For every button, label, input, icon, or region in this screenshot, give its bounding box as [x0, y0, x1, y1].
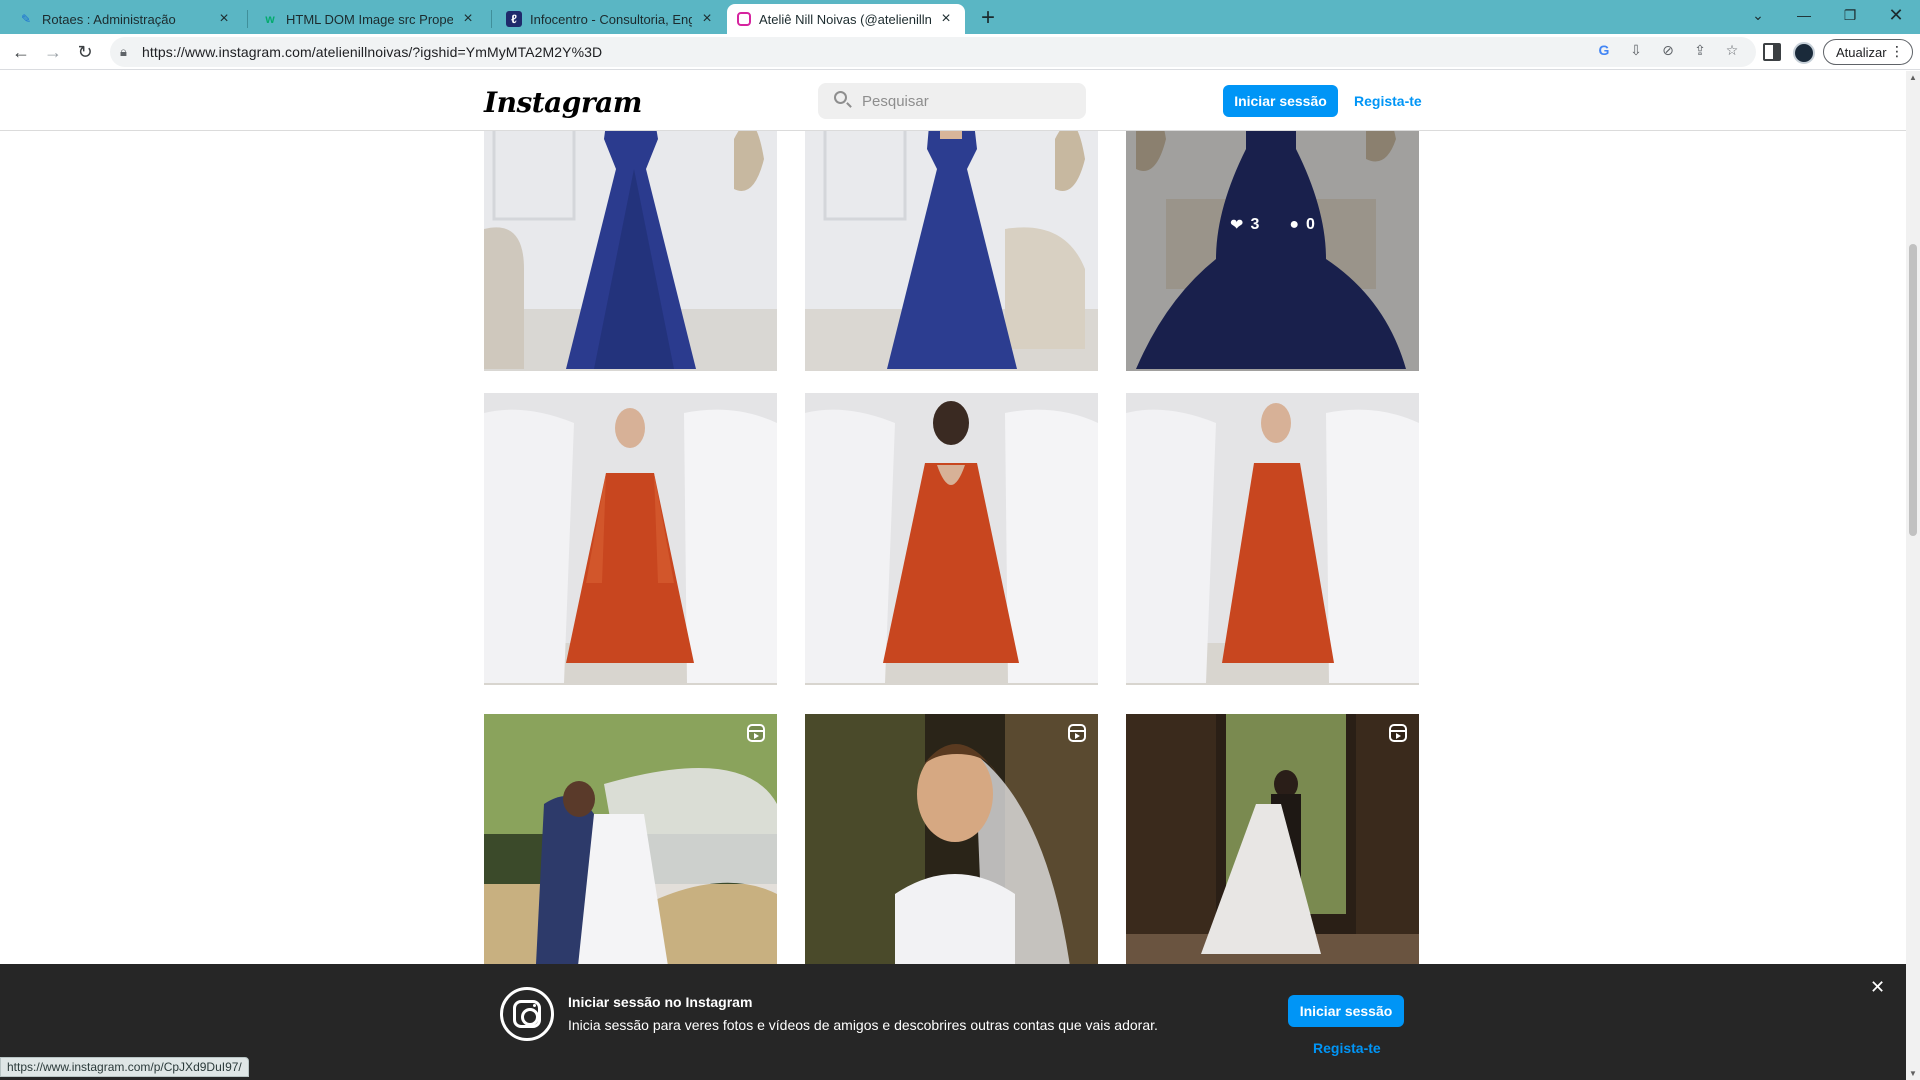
post-image-wedding-couple-veil	[484, 714, 777, 1006]
browser-toolbar: ← → ↻ 🔒︎ https://www.instagram.com/ateli…	[0, 34, 1920, 70]
instagram-glyph-icon	[500, 987, 554, 1041]
comments-value: 0	[1306, 216, 1315, 233]
avatar[interactable]	[1793, 42, 1815, 64]
tab-title: Rotaes : Administração	[42, 11, 176, 27]
minimize-button[interactable]: —	[1781, 0, 1827, 30]
banner-register-link[interactable]: Regista-te	[1313, 1040, 1381, 1056]
restore-button[interactable]: ❐	[1827, 0, 1873, 30]
browser-tab-strip: ✎ Rotaes : Administração × w HTML DOM Im…	[0, 0, 1920, 34]
comment-icon: ●	[1289, 216, 1300, 233]
close-icon[interactable]: ✕	[1870, 977, 1885, 998]
post-tile[interactable]	[484, 393, 777, 685]
reel-tile[interactable]	[484, 714, 777, 1006]
lock-icon[interactable]: 🔒︎	[120, 44, 127, 60]
feather-icon: ✎	[20, 12, 32, 26]
instagram-page: Instagram Iniciar sessão Regista-te	[0, 71, 1906, 1080]
reel-icon	[747, 724, 765, 742]
search-input[interactable]	[862, 83, 1072, 119]
browser-tab-infocentro[interactable]: ℓ Infocentro - Consultoria, Engenh ×	[496, 4, 726, 34]
reel-tile[interactable]	[1126, 714, 1419, 1006]
new-tab-button[interactable]: +	[975, 4, 1001, 31]
post-image-orange-gown-front	[484, 393, 777, 685]
close-icon[interactable]: ×	[937, 10, 955, 28]
reel-tile[interactable]	[805, 714, 1098, 1006]
likes-count: ❤︎ 3	[1230, 215, 1259, 235]
scrollbar-thumb[interactable]	[1909, 244, 1917, 536]
likes-value: 3	[1250, 216, 1260, 233]
page-scrollbar[interactable]: ▲ ▼	[1906, 71, 1920, 1080]
tab-title: Ateliê Nill Noivas (@atelienillnoiv	[759, 11, 931, 27]
tab-title: Infocentro - Consultoria, Engenh	[530, 11, 692, 27]
tab-separator	[247, 10, 248, 28]
eye-slash-icon[interactable]: ⊘	[1658, 40, 1678, 60]
window-close-button[interactable]: ✕	[1873, 0, 1919, 30]
heart-icon: ❤︎	[1230, 217, 1244, 234]
address-bar[interactable]: 🔒︎ https://www.instagram.com/atelienilln…	[110, 37, 1756, 67]
login-button[interactable]: Iniciar sessão	[1223, 85, 1338, 117]
browser-tab-instagram[interactable]: Ateliê Nill Noivas (@atelienillnoiv ×	[727, 4, 965, 34]
instagram-header: Instagram Iniciar sessão Regista-te	[0, 71, 1906, 131]
status-bar-url: https://www.instagram.com/p/CpJXd9DuI97/	[0, 1057, 249, 1077]
scroll-up-arrow-icon[interactable]: ▲	[1908, 73, 1918, 82]
browser-tab-w3schools[interactable]: w HTML DOM Image src Property ×	[252, 4, 487, 34]
banner-title: Iniciar sessão no Instagram	[568, 994, 753, 1010]
post-image-couple-silhouette	[1126, 714, 1419, 1006]
scroll-down-arrow-icon[interactable]: ▼	[1908, 1069, 1918, 1078]
reel-icon	[1068, 724, 1086, 742]
google-icon[interactable]: G	[1594, 40, 1614, 60]
share-icon[interactable]: ⇪	[1690, 40, 1710, 60]
back-arrow-icon[interactable]: ←	[8, 39, 34, 65]
banner-subtitle: Inicia sessão para veres fotos e vídeos …	[568, 1017, 1158, 1033]
close-icon[interactable]: ×	[215, 10, 233, 28]
w3schools-icon: w	[265, 12, 275, 26]
reload-icon[interactable]: ↻	[72, 39, 98, 65]
instagram-icon	[737, 12, 751, 26]
install-app-icon[interactable]: ⇩	[1626, 40, 1646, 60]
post-image-orange-gown-back	[805, 393, 1098, 685]
forward-arrow-icon[interactable]: →	[40, 39, 66, 65]
tab-search-chevron-icon[interactable]: ⌄	[1735, 0, 1781, 30]
post-tile[interactable]	[805, 393, 1098, 685]
side-panel-icon[interactable]	[1763, 43, 1781, 61]
bookmark-star-icon[interactable]: ☆	[1722, 40, 1742, 60]
address-url[interactable]: https://www.instagram.com/atelienillnoiv…	[142, 44, 602, 60]
more-vertical-icon: ⋮	[1890, 43, 1904, 59]
register-link[interactable]: Regista-te	[1354, 85, 1422, 117]
instagram-logo[interactable]: Instagram	[484, 86, 642, 119]
browser-tab-rotaes[interactable]: ✎ Rotaes : Administração ×	[8, 4, 243, 34]
post-image-orange-gown-side	[1126, 393, 1419, 685]
update-button[interactable]: Atualizar ⋮	[1823, 39, 1913, 65]
update-label: Atualizar	[1836, 44, 1887, 60]
infocentro-icon: ℓ	[506, 11, 522, 27]
close-icon[interactable]: ×	[698, 10, 716, 28]
comments-count: ● 0	[1289, 216, 1315, 234]
search-box[interactable]	[818, 83, 1086, 119]
tab-title: HTML DOM Image src Property	[286, 11, 453, 27]
post-tile[interactable]	[1126, 393, 1419, 685]
close-icon[interactable]: ×	[459, 10, 477, 28]
banner-login-button[interactable]: Iniciar sessão	[1288, 995, 1404, 1027]
search-icon	[834, 91, 847, 104]
post-image-bride-portrait	[805, 714, 1098, 1006]
login-banner: Iniciar sessão no Instagram Inicia sessã…	[0, 964, 1906, 1080]
reel-icon	[1389, 724, 1407, 742]
tab-separator	[491, 10, 492, 28]
